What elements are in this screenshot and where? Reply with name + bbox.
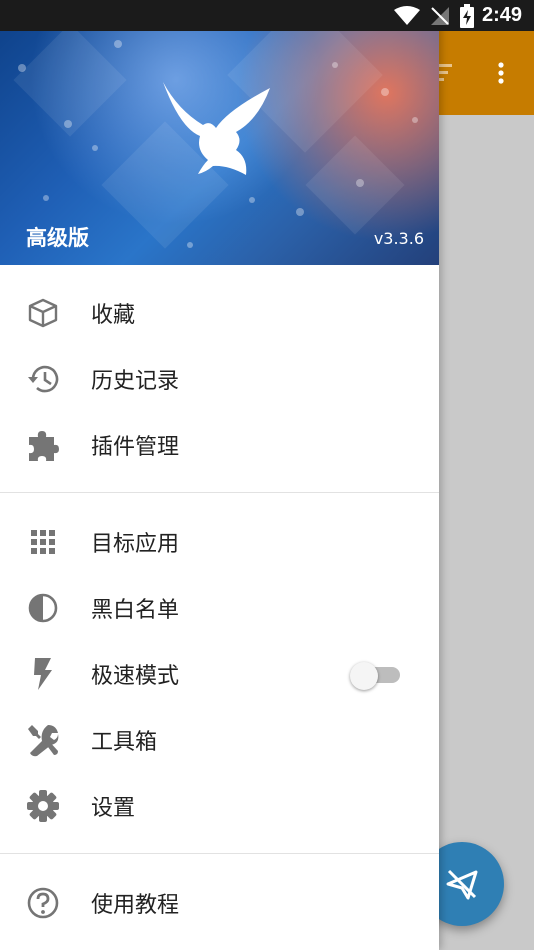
version-label: v3.3.6	[373, 229, 424, 248]
toggle-thumb	[350, 662, 378, 690]
help-icon	[25, 885, 61, 921]
battery-charging-icon	[459, 3, 474, 28]
menu-item-label: 收藏	[91, 303, 136, 328]
menu-item-label: 极速模式	[91, 664, 180, 689]
menu-item-history[interactable]: 历史记录	[0, 346, 439, 412]
turbo-mode-toggle[interactable]	[350, 662, 400, 690]
menu-item-settings[interactable]: 设置	[0, 773, 439, 839]
menu-item-toolbox[interactable]: 工具箱	[0, 707, 439, 773]
box-icon	[25, 295, 61, 331]
drawer-menu: 收藏 历史记录 插件管理 目标应用 黑白名单 极速模式 工具箱 设置 使用教程	[0, 280, 439, 936]
puzzle-icon	[25, 427, 61, 463]
drawer-header: 高级版 v3.3.6	[0, 0, 439, 265]
sort-icon[interactable]	[436, 62, 456, 82]
menu-item-label: 黑白名单	[91, 598, 180, 623]
menu-item-turbo-mode[interactable]: 极速模式	[0, 641, 439, 707]
status-bar: 2:49	[0, 0, 534, 31]
menu-item-label: 使用教程	[91, 893, 180, 918]
more-options-icon[interactable]	[490, 60, 512, 86]
eagle-logo	[163, 82, 270, 175]
no-signal-icon	[430, 6, 450, 26]
menu-item-label: 历史记录	[91, 369, 180, 394]
menu-item-target-apps[interactable]: 目标应用	[0, 509, 439, 575]
history-icon	[25, 361, 61, 397]
navigation-drawer: 高级版 v3.3.6 收藏 历史记录 插件管理 目标应用 黑白名单 极速模式 工…	[0, 0, 439, 950]
gear-icon	[25, 788, 61, 824]
contrast-icon	[25, 590, 61, 626]
tools-icon	[25, 722, 61, 758]
bolt-icon	[25, 656, 61, 692]
menu-item-label: 设置	[91, 796, 136, 821]
menu-item-tutorial[interactable]: 使用教程	[0, 870, 439, 936]
menu-item-label: 工具箱	[91, 730, 158, 755]
menu-divider	[0, 492, 439, 493]
clock: 2:49	[481, 4, 522, 26]
menu-item-favorites[interactable]: 收藏	[0, 280, 439, 346]
send-off-icon	[446, 869, 478, 900]
menu-divider	[0, 853, 439, 854]
menu-item-blacklist-whitelist[interactable]: 黑白名单	[0, 575, 439, 641]
edition-label: 高级版	[26, 226, 89, 250]
menu-item-label: 插件管理	[91, 435, 180, 460]
grid-icon	[25, 524, 61, 560]
wifi-icon	[393, 5, 420, 26]
menu-item-label: 目标应用	[91, 532, 180, 557]
menu-item-plugins[interactable]: 插件管理	[0, 412, 439, 478]
